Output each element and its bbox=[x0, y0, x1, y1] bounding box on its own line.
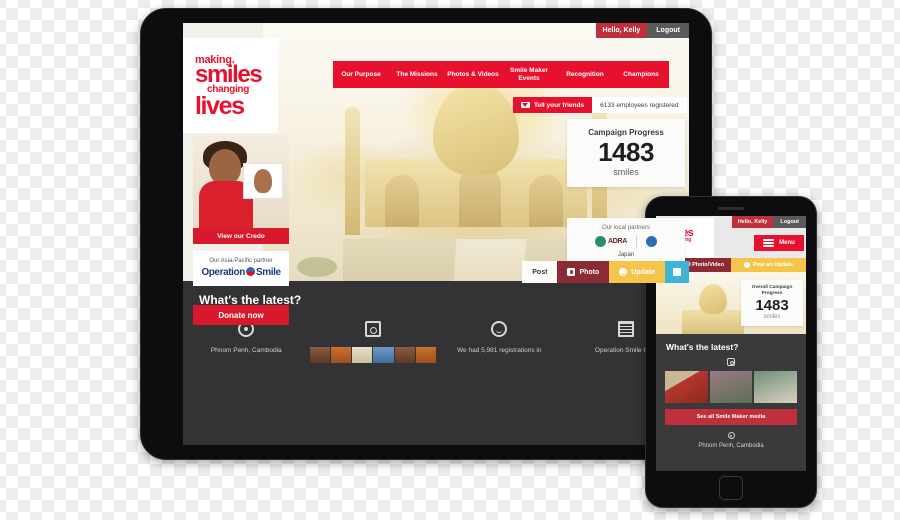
feed-item-photos[interactable] bbox=[309, 321, 436, 363]
update-label: Update bbox=[631, 268, 655, 276]
adra-logo[interactable]: ADRA bbox=[594, 236, 628, 247]
tell-friends-strip: Tell your friends 6133 employees registe… bbox=[513, 97, 687, 113]
nav-item-our-purpose[interactable]: Our Purpose bbox=[333, 71, 389, 79]
tell-friends-label: Tell your friends bbox=[534, 101, 585, 109]
smiley-icon bbox=[491, 321, 508, 337]
held-photo bbox=[243, 163, 283, 199]
partner-country: Japan bbox=[617, 252, 635, 258]
campaign-progress-card: Overall Campaign Progress 1483 smiles bbox=[741, 280, 803, 326]
site-logo[interactable]: making. smiles changing lives bbox=[183, 38, 278, 133]
feed-item-location[interactable]: Phnom Penh, Cambodia bbox=[183, 321, 310, 363]
post-an-update-button[interactable]: Post an Update bbox=[731, 258, 806, 272]
envelope-icon bbox=[521, 102, 530, 108]
local-partners-card: Our local partners ADRA Japan bbox=[567, 218, 685, 266]
photo-label: Photo bbox=[579, 268, 600, 276]
logout-button[interactable]: Logout bbox=[647, 23, 689, 38]
feed-item-text: We had 5,981 registrations in bbox=[457, 347, 542, 354]
face-shape bbox=[209, 149, 241, 185]
post-label: Post bbox=[532, 268, 548, 276]
campaign-progress-unit: smiles bbox=[613, 167, 639, 177]
hamburger-icon bbox=[763, 239, 775, 247]
operation-smile-right: Smile bbox=[255, 267, 281, 278]
post-actions-toolbar: Post Photo Update bbox=[522, 261, 689, 283]
asia-pacific-partner-card: Our Asia-Pacific partner Operation Smile bbox=[193, 251, 289, 286]
tablet-userbar: Hello, Kelly Logout bbox=[595, 23, 689, 38]
adra-globe-icon bbox=[594, 236, 606, 247]
view-our-credo-button[interactable]: View our Credo bbox=[193, 228, 289, 244]
photo-tab[interactable]: Photo bbox=[557, 261, 610, 283]
camera-icon bbox=[567, 268, 576, 276]
adra-label: ADRA bbox=[607, 238, 628, 245]
operation-smile-left: Operation bbox=[201, 267, 245, 278]
nav-item-recognition[interactable]: Recognition bbox=[557, 71, 613, 79]
girl-photo bbox=[193, 135, 289, 228]
tablet-device: Hello, Kelly Logout Our Purpose The Miss… bbox=[140, 8, 712, 460]
phone-home-button[interactable] bbox=[719, 476, 743, 500]
donate-now-button[interactable]: Donate now bbox=[193, 305, 289, 325]
feed-thumbnails bbox=[309, 347, 436, 363]
menu-button[interactable]: Menu bbox=[754, 235, 804, 251]
update-tab[interactable]: Update bbox=[609, 261, 665, 283]
phone-speaker bbox=[718, 207, 744, 210]
greeting-label: Hello, Kelly bbox=[731, 216, 774, 228]
feed-location-text: Phnom Penh, Cambodia bbox=[698, 443, 764, 449]
operation-smile-logo[interactable]: Operation Smile bbox=[193, 267, 289, 278]
menu-label: Menu bbox=[779, 240, 795, 246]
latest-feed: What's the latest? See all Smile Maker m… bbox=[656, 334, 806, 471]
feed-item-registrations[interactable]: We had 5,981 registrations in bbox=[436, 321, 563, 363]
partner-divider bbox=[636, 235, 638, 248]
greeting-label: Hello, Kelly bbox=[595, 23, 648, 38]
campaign-progress-unit: smiles bbox=[763, 314, 781, 320]
local-partners-title: Our local partners bbox=[602, 225, 650, 231]
smiley-icon bbox=[619, 268, 628, 276]
campaign-progress-card: Campaign Progress 1483 smiles bbox=[567, 119, 685, 187]
post-tab[interactable]: Post bbox=[522, 261, 558, 283]
logout-button[interactable]: Logout bbox=[773, 216, 806, 228]
location-icon bbox=[727, 432, 735, 439]
campaign-progress-title: Campaign Progress bbox=[588, 128, 664, 137]
feed-thumbnails[interactable] bbox=[665, 371, 798, 403]
nav-item-smile-maker-events[interactable]: Smile Maker Events bbox=[501, 67, 557, 83]
phone-userbar: Hello, Kelly Logout bbox=[731, 216, 806, 228]
taj-mahal-illustration bbox=[345, 65, 607, 235]
feed-heading: What's the latest? bbox=[666, 342, 739, 352]
post-update-label: Post an Update bbox=[752, 262, 794, 268]
taj-mahal-illustration bbox=[678, 280, 748, 334]
see-all-media-button[interactable]: See all Smile Maker media bbox=[665, 409, 797, 425]
employees-registered-count: 6133 employees registered bbox=[592, 97, 687, 113]
tablet-screen: Hello, Kelly Logout Our Purpose The Miss… bbox=[183, 23, 689, 445]
main-navigation: Our Purpose The Missions Photos & Videos… bbox=[333, 61, 669, 88]
campaign-progress-number: 1483 bbox=[598, 137, 654, 167]
campaign-progress-number: 1483 bbox=[755, 297, 789, 314]
event-tab[interactable] bbox=[665, 261, 689, 283]
feed-items-row: Phnom Penh, Cambodia We had 5,981 regist… bbox=[183, 321, 689, 363]
globe-icon[interactable] bbox=[646, 236, 658, 247]
camera-icon bbox=[727, 358, 735, 366]
operation-smile-icon bbox=[245, 267, 255, 276]
campaign-progress-title: Overall Campaign Progress bbox=[751, 285, 793, 296]
logo-line-smiles: smiles bbox=[195, 60, 263, 88]
camera-icon bbox=[364, 321, 381, 337]
apac-title: Our Asia-Pacific partner bbox=[209, 258, 273, 264]
nav-item-the-missions[interactable]: The Missions bbox=[389, 71, 445, 79]
calendar-icon bbox=[617, 321, 634, 337]
nav-item-champions[interactable]: Champions bbox=[613, 71, 669, 79]
feed-item-text: Phnom Penh, Cambodia bbox=[210, 347, 282, 354]
calendar-icon bbox=[673, 268, 681, 276]
smiley-icon bbox=[743, 262, 750, 268]
device-mockup-stage: Hello, Kelly Logout Our Purpose The Miss… bbox=[0, 0, 900, 520]
tell-your-friends-button[interactable]: Tell your friends bbox=[513, 97, 593, 113]
nav-item-photos-videos[interactable]: Photos & Videos bbox=[445, 71, 501, 79]
logo-line-lives: lives bbox=[195, 91, 245, 120]
